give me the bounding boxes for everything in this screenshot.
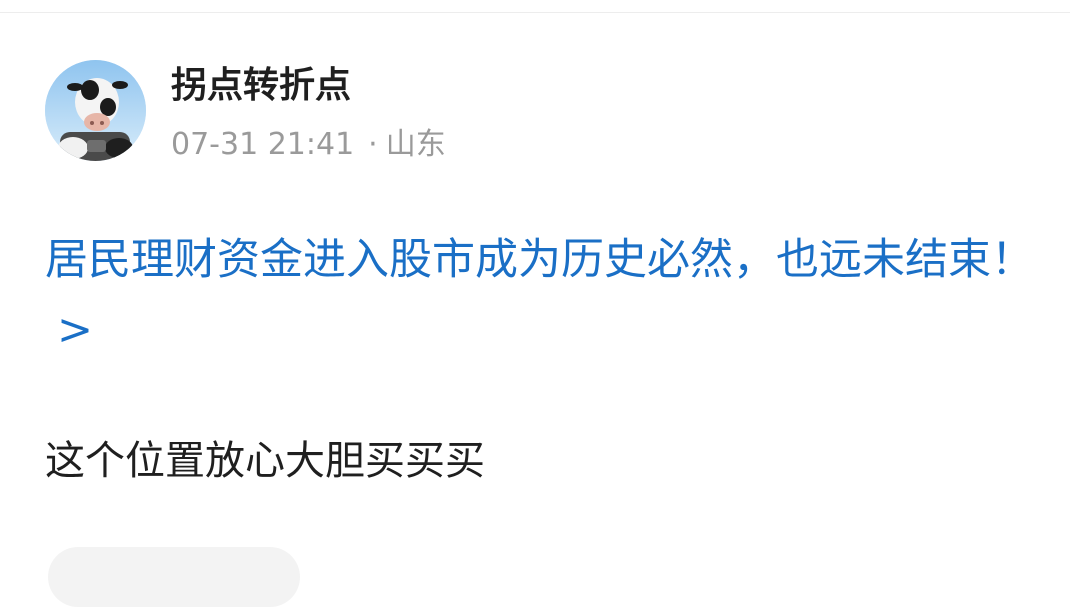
attachment-card[interactable] (48, 547, 300, 607)
post-location: 山东 (385, 127, 446, 162)
post-content: 这个位置放心大胆买买买 (45, 438, 485, 484)
cow-avatar-icon (45, 60, 146, 161)
linked-article-title[interactable]: 居民理财资金进入股市成为历史必然，也远未结束！ > (45, 225, 1045, 365)
author-avatar[interactable] (45, 60, 146, 161)
post-card: 拐点转折点 07-31 21:41 · 山东 居民理财资金进入股市成为历史必然，也远… (0, 0, 1070, 607)
chevron-right-icon[interactable]: > (57, 305, 93, 355)
linked-article-text[interactable]: 居民理财资金进入股市成为历史必然，也远未结束！ (45, 235, 1034, 285)
post-time: 07-31 21:41 (171, 127, 355, 162)
author-name[interactable]: 拐点转折点 (171, 61, 351, 111)
meta-separator: · (368, 127, 378, 162)
post-meta: 07-31 21:41 · 山东 (171, 123, 446, 167)
